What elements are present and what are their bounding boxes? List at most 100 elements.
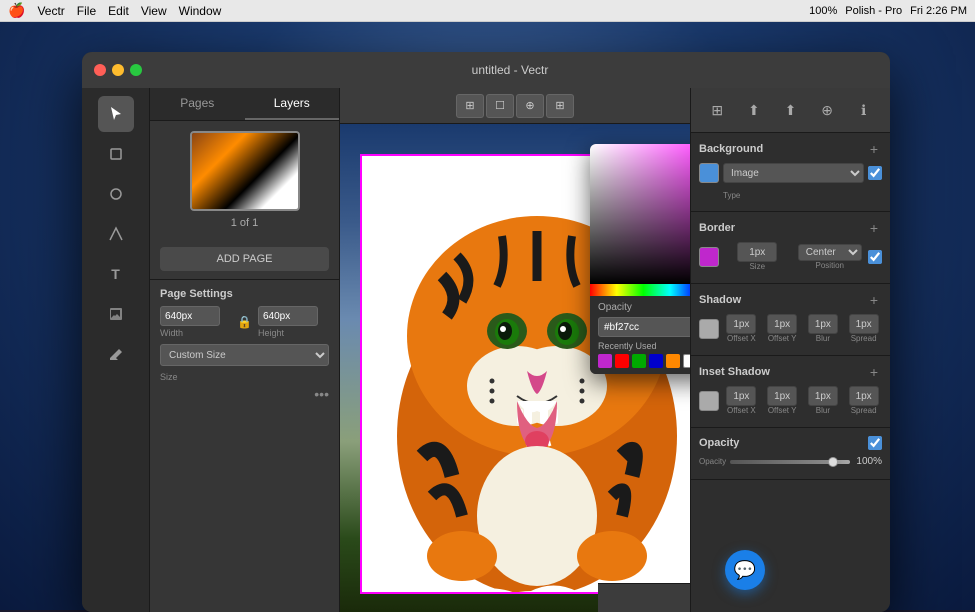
swatch-6[interactable]	[683, 354, 690, 368]
lock-icon: 🔒	[237, 315, 252, 329]
add-page-button[interactable]: ADD PAGE	[160, 247, 329, 271]
shadow-add-button[interactable]: +	[866, 292, 882, 308]
border-color-swatch[interactable]	[699, 247, 719, 267]
menu-file[interactable]: File	[77, 4, 96, 18]
shadow-blur-input[interactable]	[808, 314, 838, 334]
eraser-tool[interactable]	[98, 336, 134, 372]
swatch-4[interactable]	[649, 354, 663, 368]
inset-shadow-section: Inset Shadow + Offset X Offset Y	[691, 356, 890, 428]
chat-button[interactable]: 💬	[725, 550, 765, 590]
maximize-button[interactable]	[130, 64, 142, 76]
title-bar: untitled - Vectr	[82, 52, 890, 88]
text-tool[interactable]: T	[98, 256, 134, 292]
color-picker-controls: Opacity 100% 🔍 Recently Used	[590, 296, 690, 374]
width-input[interactable]	[160, 306, 220, 326]
pen-tool[interactable]	[98, 136, 134, 172]
rp-add-icon[interactable]: ⊕	[813, 96, 841, 124]
menu-window[interactable]: Window	[179, 4, 222, 18]
border-visible-checkbox[interactable]	[868, 250, 882, 264]
inset-spread-input[interactable]	[849, 386, 879, 406]
shadow-spread-input[interactable]	[849, 314, 879, 334]
opacity-slider[interactable]	[730, 460, 850, 464]
swatch-2[interactable]	[615, 354, 629, 368]
inset-offset-y-input[interactable]	[767, 386, 797, 406]
rp-share-icon[interactable]: ⬆	[776, 96, 804, 124]
height-input[interactable]	[258, 306, 318, 326]
background-color-swatch[interactable]	[699, 163, 719, 183]
border-section-header: Border +	[699, 220, 882, 236]
minimize-button[interactable]	[112, 64, 124, 76]
tab-pages[interactable]: Pages	[150, 88, 245, 120]
shadow-offset-x-input[interactable]	[726, 314, 756, 334]
rp-info-icon[interactable]: ℹ	[850, 96, 878, 124]
border-row: Size Center Position	[699, 242, 882, 271]
shadow-section: Shadow + Offset X Offset Y	[691, 284, 890, 356]
menu-bar: 🍎 Vectr File Edit View Window 100% Polis…	[0, 0, 975, 22]
main-window: untitled - Vectr	[82, 52, 890, 612]
color-picker-popup[interactable]: Opacity 100% 🔍 Recently Used	[590, 144, 690, 374]
select-tool[interactable]	[98, 96, 134, 132]
inset-spread-label: Spread	[851, 406, 877, 415]
background-visible-checkbox[interactable]	[868, 166, 882, 180]
path-tool[interactable]	[98, 216, 134, 252]
background-title: Background	[699, 143, 763, 155]
menu-vectr[interactable]: Vectr	[37, 4, 64, 18]
background-type-select[interactable]: Image	[723, 163, 864, 183]
language-indicator: Polish - Pro	[845, 5, 902, 17]
pages-panel: Pages Layers 1 of 1 ADD PAGE Page Settin…	[150, 88, 340, 612]
recently-used-label: Recently Used	[598, 341, 690, 351]
background-section-header: Background +	[699, 141, 882, 157]
tab-layers[interactable]: Layers	[245, 88, 340, 120]
opacity-slider-thumb	[828, 457, 838, 467]
shadow-spread-label: Spread	[851, 334, 877, 343]
opacity-checkbox[interactable]	[868, 436, 882, 450]
opacity-slider-container	[730, 460, 850, 464]
menu-view[interactable]: View	[141, 4, 167, 18]
swatch-1[interactable]	[598, 354, 612, 368]
shadow-row: Offset X Offset Y Blur Spread	[699, 314, 882, 343]
border-size-input[interactable]	[737, 242, 777, 262]
menu-bar-right: 100% Polish - Pro Fri 2:26 PM	[809, 5, 967, 17]
align-left-btn[interactable]: ⊞	[456, 94, 484, 118]
border-position-select[interactable]: Center	[798, 244, 862, 261]
border-size-label: Size	[749, 262, 765, 271]
apple-menu[interactable]: 🍎	[8, 2, 25, 19]
inset-y-group: Offset Y	[764, 386, 801, 415]
menu-edit[interactable]: Edit	[108, 4, 129, 18]
close-button[interactable]	[94, 64, 106, 76]
inset-shadow-color-swatch[interactable]	[699, 391, 719, 411]
background-add-button[interactable]: +	[866, 141, 882, 157]
inset-shadow-add-button[interactable]: +	[866, 364, 882, 380]
height-group: Height	[258, 306, 329, 338]
image-tool[interactable]	[98, 296, 134, 332]
border-position-label: Position	[816, 261, 844, 270]
inset-spread-group: Spread	[845, 386, 882, 415]
align-right-btn[interactable]: ⊕	[516, 94, 544, 118]
swatch-3[interactable]	[632, 354, 646, 368]
hue-bar[interactable]	[590, 284, 690, 296]
border-section: Border + Size Center Posi	[691, 212, 890, 284]
zoom-bar: − 81% +	[598, 583, 690, 612]
canvas-document-area[interactable]: Opacity 100% 🔍 Recently Used	[340, 124, 690, 612]
more-options[interactable]: •••	[150, 382, 339, 406]
inset-blur-input[interactable]	[808, 386, 838, 406]
shadow-section-header: Shadow +	[699, 292, 882, 308]
shadow-color-swatch[interactable]	[699, 319, 719, 339]
main-layout: T Pages Layers	[82, 88, 890, 612]
color-gradient[interactable]	[590, 144, 690, 284]
shadow-offset-y-input[interactable]	[767, 314, 797, 334]
page-thumbnail[interactable]	[190, 131, 300, 211]
shape-tool[interactable]	[98, 176, 134, 212]
rp-arrange-icon[interactable]: ⊞	[703, 96, 731, 124]
window-title: untitled - Vectr	[142, 63, 878, 77]
hex-input[interactable]	[598, 317, 690, 337]
align-center-btn[interactable]: ☐	[486, 94, 514, 118]
distribute-btn[interactable]: ⊞	[546, 94, 574, 118]
opacity-row-label: Opacity	[699, 457, 726, 466]
border-add-button[interactable]: +	[866, 220, 882, 236]
swatch-5[interactable]	[666, 354, 680, 368]
rp-export-icon[interactable]: ⬆	[740, 96, 768, 124]
inset-offset-x-input[interactable]	[726, 386, 756, 406]
size-select[interactable]: Custom Size	[160, 344, 329, 366]
inset-blur-label: Blur	[816, 406, 830, 415]
